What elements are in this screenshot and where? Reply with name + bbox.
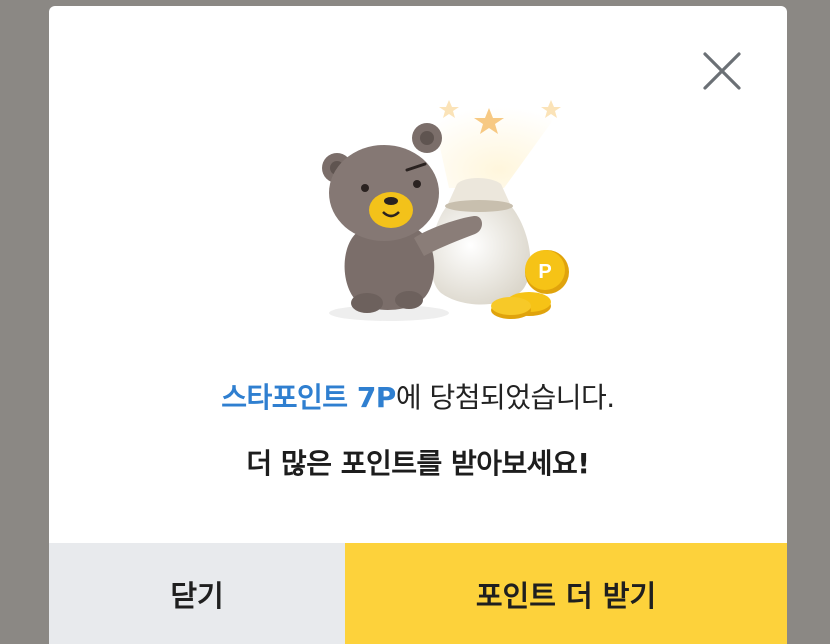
close-button[interactable]: 닫기: [49, 543, 345, 644]
svg-text:P: P: [538, 261, 551, 283]
bear-with-point-bag-illustration: P: [322, 98, 569, 321]
reward-message-rest: 에 당첨되었습니다.: [395, 381, 615, 414]
reward-message: 스타포인트 7P에 당첨되었습니다.: [49, 376, 787, 416]
close-dialog-button[interactable]: [699, 48, 745, 94]
dialog-button-row: 닫기 포인트 더 받기: [49, 543, 787, 644]
reward-dialog: P 스타포인트 7P에 당첨되었습니다. 더 많은 포인트를 받아보세요! 닫기…: [49, 6, 787, 644]
reward-amount-highlight: 스타포인트 7P: [221, 381, 396, 414]
close-icon: [703, 52, 741, 90]
get-more-points-button[interactable]: 포인트 더 받기: [345, 543, 787, 644]
reward-sub-message: 더 많은 포인트를 받아보세요!: [246, 447, 590, 480]
